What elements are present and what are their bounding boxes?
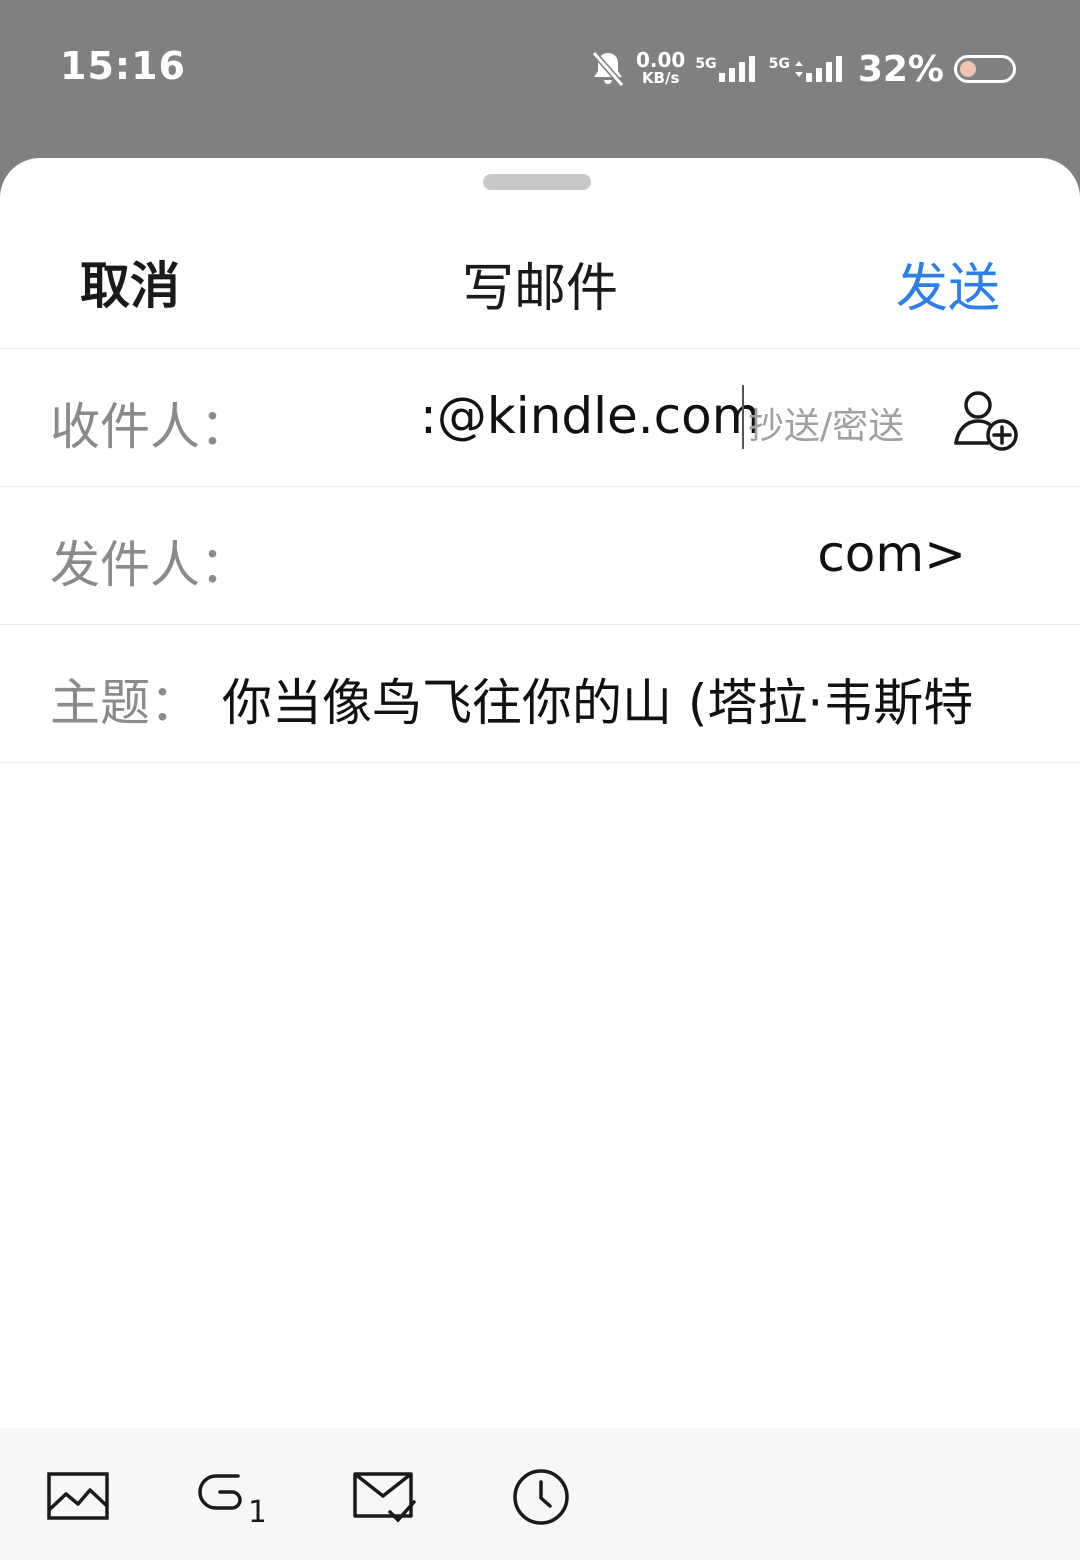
sim2-signal: 5G [769, 56, 844, 82]
attachment-count: 1 [248, 1495, 264, 1528]
text-cursor [742, 385, 744, 449]
compose-toolbar: 1 [0, 1428, 1080, 1560]
bell-muted-icon [591, 51, 625, 87]
net-speed: 0.00 KB/s [636, 48, 686, 87]
to-row[interactable]: 收件人： :@kindle.com 抄送/密送 [0, 349, 1080, 487]
to-label: 收件人： [50, 398, 250, 456]
from-field[interactable]: com> [817, 525, 966, 583]
net-speed-value: 0.00 [636, 48, 686, 72]
cc-bcc-button[interactable]: 抄送/密送 [748, 397, 904, 449]
to-field[interactable]: :@kindle.com [420, 387, 760, 445]
schedule-icon[interactable] [506, 1462, 576, 1528]
subject-field[interactable]: 你当像鸟飞往你的山 (塔拉·韦斯特 [222, 663, 1072, 735]
from-label: 发件人： [50, 536, 250, 594]
receipt-icon[interactable] [350, 1462, 420, 1528]
status-time: 15:16 [60, 44, 186, 88]
net-speed-unit: KB/s [641, 69, 680, 87]
signal-icon [718, 56, 755, 82]
sim2-network-tag: 5G [768, 56, 790, 72]
send-button[interactable]: 发送 [896, 246, 1000, 321]
subject-label: 主题： [50, 674, 200, 732]
sim1-signal: 5G [695, 56, 758, 82]
add-contact-icon[interactable] [950, 385, 1022, 457]
from-row[interactable]: 发件人： com> [0, 487, 1080, 625]
sim1-network-tag: 5G [695, 56, 717, 72]
compose-sheet: 取消 写邮件 发送 收件人： :@kindle.com 抄送/密送 发件人： c… [0, 158, 1080, 1560]
battery-icon [954, 55, 1016, 83]
attachment-icon[interactable]: 1 [194, 1462, 264, 1528]
drag-handle[interactable] [483, 174, 591, 190]
battery-percent: 32% [857, 48, 944, 90]
status-icons: 0.00 KB/s 5G 5G 32% [590, 44, 1016, 94]
battery-fill [960, 61, 976, 77]
cancel-button[interactable]: 取消 [80, 246, 180, 318]
status-bar: 15:16 0.00 KB/s 5G 5G 32% [0, 0, 1080, 140]
subject-row[interactable]: 主题： 你当像鸟飞往你的山 (塔拉·韦斯特 [0, 625, 1080, 763]
image-icon[interactable] [44, 1462, 114, 1528]
compose-nav-bar: 取消 写邮件 发送 [0, 218, 1080, 349]
signal-icon [794, 56, 842, 82]
